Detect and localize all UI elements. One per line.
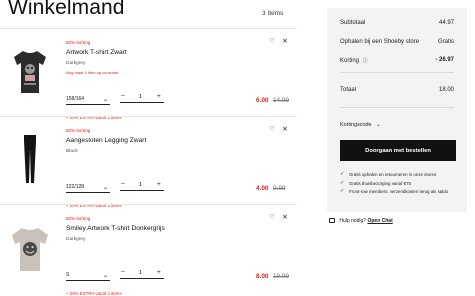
cart-item: 60% korting Aangesloten Legging Zwart Bl… [0,116,297,208]
original-price: 14.99 [273,97,289,104]
increase-quantity-button[interactable]: + [157,181,161,188]
original-price: 9.99 [273,185,286,192]
perk-text: Front-row members: verzendkosten terug a… [349,189,449,195]
quantity-value: 1 [139,270,143,276]
check-icon: ✓ [340,171,345,177]
chevron-down-icon: ⌄ [375,122,381,128]
quantity-stepper: − 1 + [120,93,164,103]
item-count: 3 Items [262,10,284,17]
total-value: 18.00 [438,87,454,93]
divider [340,107,454,108]
original-price: 19.99 [273,273,289,280]
perk-item: ✓ Gratis thuisbezorging vanaf €75 [340,179,458,187]
perk-text: Gratis thuisbezorging vanaf €75 [349,180,411,186]
cart-item: 60% korting Artwork T-shirt Zwart Darkgr… [0,28,297,120]
size-select[interactable]: 158/164 ⌄ [66,95,110,105]
product-name[interactable]: Artwork T-shirt Zwart [66,49,127,56]
perks-list: ✓ Gratis ophalen en retourneren in onze … [340,171,458,198]
help-question: Hulp nodig? [339,218,367,224]
close-icon[interactable]: ✕ [281,213,289,221]
coupon-toggle[interactable]: Kortingscode ⌄ [340,122,381,128]
perk-item: ✓ Front-row members: verzendkosten terug… [340,189,458,195]
help-section: Hulp nodig? Open Chat [329,218,393,224]
size-select[interactable]: S ⌄ [66,271,110,281]
cart-item-list: 60% korting Artwork T-shirt Zwart Darkgr… [0,28,297,296]
close-icon[interactable]: ✕ [281,125,289,133]
product-color: Darkgrey [66,61,86,66]
heart-icon[interactable]: ♡ [268,213,276,221]
legging-graphic [8,131,52,187]
discount-tag: 60% korting [66,216,91,221]
subtotal-row: Subtotaal 44.97 [340,20,454,26]
discount-label: Korting [340,58,360,64]
quantity-value: 1 [139,94,143,100]
size-value: 158/164 [66,96,85,102]
chat-icon [329,218,335,224]
product-name[interactable]: Aangesloten Legging Zwart [66,137,146,144]
increase-quantity-button[interactable]: + [157,269,161,276]
pickup-value: Gratis [437,39,454,45]
coupon-label: Kortingscode [340,122,372,128]
size-select[interactable]: 122/128 ⌄ [66,183,110,193]
close-icon[interactable]: ✕ [281,37,289,45]
checkout-button[interactable]: Doorgaan met bestellen [340,140,456,161]
discount-row: Korting ⓘ - 26.97 [340,57,454,64]
size-value: S [66,272,70,278]
subtotal-value: 44.97 [438,20,454,26]
increase-quantity-button[interactable]: + [157,93,161,100]
total-label: Totaal [340,87,357,93]
sale-price: 8.00 [256,273,269,280]
quantity-stepper: − 1 + [120,269,164,279]
product-image[interactable] [8,131,52,187]
product-name[interactable]: Smiley Artwork T-shirt Donkergrijs [66,225,165,232]
chevron-down-icon: ⌄ [102,273,108,279]
perk-item: ✓ Gratis ophalen en retourneren in onze … [340,171,458,178]
pickup-label: Ophalen bij een Shoeby store [340,39,420,45]
smiley-tshirt-graphic [8,219,52,275]
check-icon: ✓ [340,188,345,195]
decrease-quantity-button[interactable]: − [121,269,125,276]
extra-discount-note: + 20% EXTRA vanaf 3 items [66,291,122,296]
check-icon: ✓ [340,179,345,186]
sale-price: 4.00 [256,185,269,192]
order-summary: Subtotaal 44.97 Ophalen bij een Shoeby s… [327,8,467,212]
tshirt-graphic [8,43,52,99]
decrease-quantity-button[interactable]: − [121,181,125,188]
product-color: Darkgrey [66,237,86,242]
product-image[interactable] [8,43,52,99]
stock-warning: Nog maar 1 item op voorraad [66,70,119,75]
quantity-stepper: − 1 + [120,181,164,191]
page-title: Winkelmand [8,0,125,19]
discount-tag: 60% korting [66,128,91,133]
chevron-down-icon: ⌄ [102,185,108,191]
cart-item: 60% korting Smiley Artwork T-shirt Donke… [0,204,297,296]
chevron-down-icon: ⌄ [102,97,108,103]
product-image[interactable] [8,219,52,275]
heart-icon[interactable]: ♡ [268,37,276,45]
pickup-row: Ophalen bij een Shoeby store Gratis [340,39,454,45]
total-row: Totaal 18.00 [340,87,454,93]
perk-text: Gratis ophalen en retourneren in onze st… [349,172,437,177]
heart-icon[interactable]: ♡ [268,125,276,133]
size-value: 122/128 [66,184,85,190]
divider [340,72,454,73]
decrease-quantity-button[interactable]: − [121,93,125,100]
subtotal-label: Subtotaal [340,20,366,26]
discount-value: - 26.97 [435,57,454,63]
info-icon[interactable]: ⓘ [363,58,368,64]
quantity-value: 1 [139,182,143,188]
sale-price: 6.00 [256,97,269,104]
product-color: Black [66,149,78,154]
discount-tag: 60% korting [66,40,91,45]
open-chat-link[interactable]: Open Chat [367,218,392,224]
